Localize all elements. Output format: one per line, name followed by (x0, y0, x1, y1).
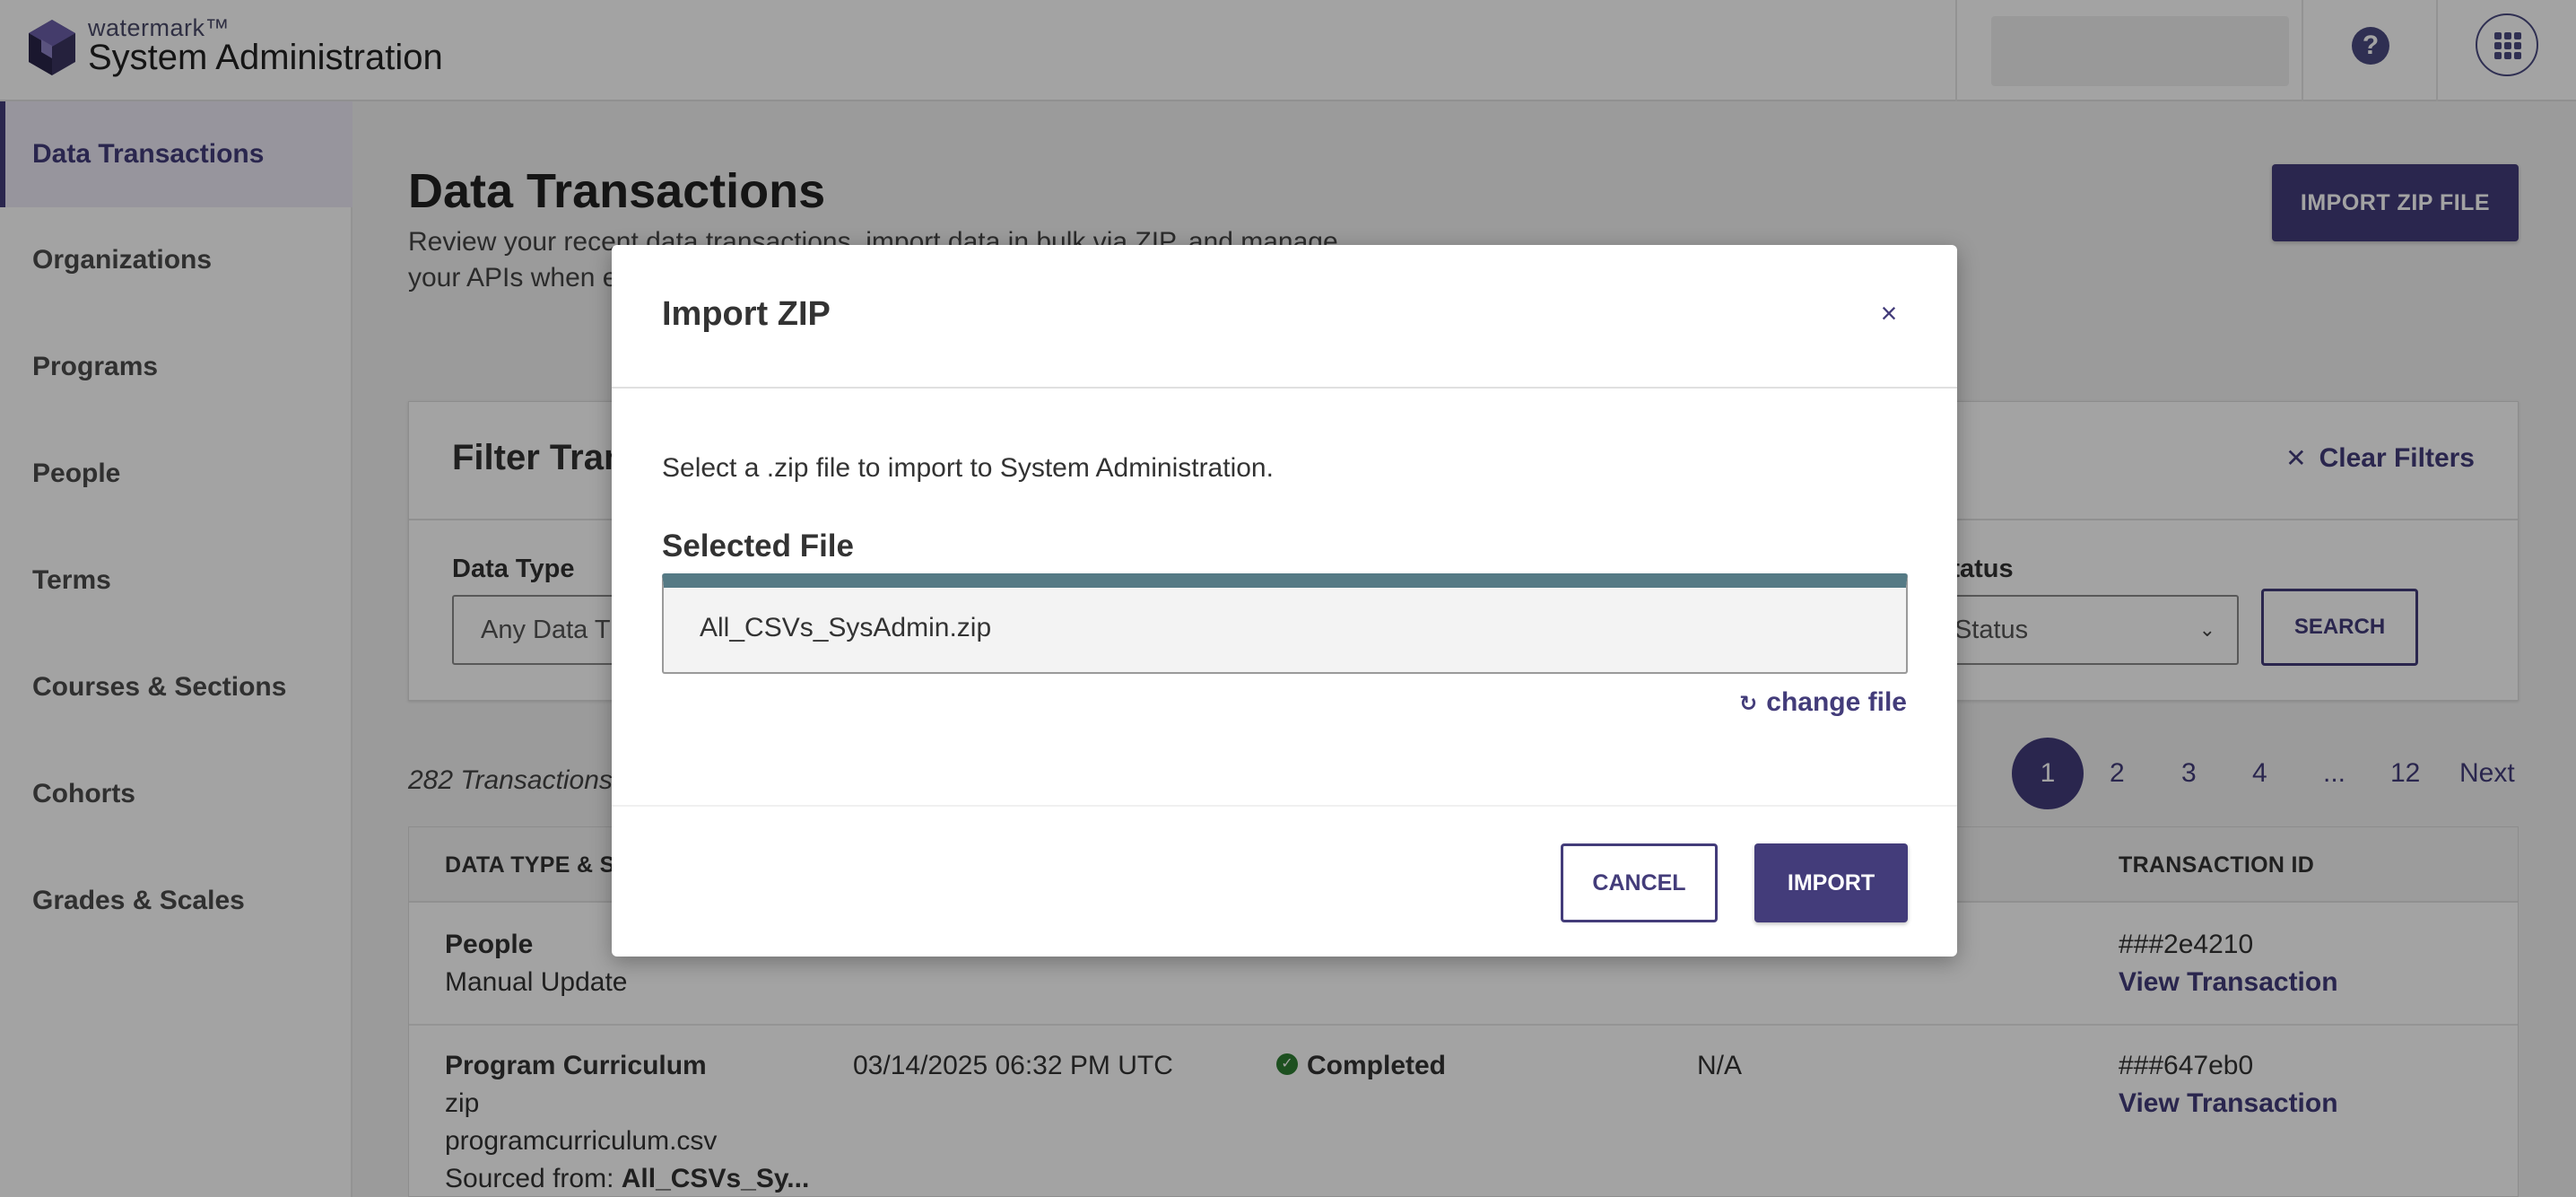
dialog-footer-divider (612, 805, 1957, 807)
import-zip-dialog: Import ZIP × Select a .zip file to impor… (612, 245, 1957, 957)
change-file-link[interactable]: ↻ change file (1739, 687, 1907, 718)
close-icon[interactable]: × (1871, 295, 1907, 331)
selected-file-label: Selected File (662, 529, 854, 564)
dialog-instructions: Select a .zip file to import to System A… (662, 453, 1274, 483)
selected-file-name: All_CSVs_SysAdmin.zip (700, 613, 992, 642)
change-file-label: change file (1766, 687, 1907, 717)
selected-file-box: All_CSVs_SysAdmin.zip (662, 573, 1908, 674)
dialog-header-divider (612, 387, 1957, 389)
cancel-button[interactable]: CANCEL (1561, 843, 1718, 922)
import-button[interactable]: IMPORT (1754, 843, 1908, 922)
refresh-icon: ↻ (1739, 692, 1758, 716)
dialog-title: Import ZIP (662, 295, 831, 333)
